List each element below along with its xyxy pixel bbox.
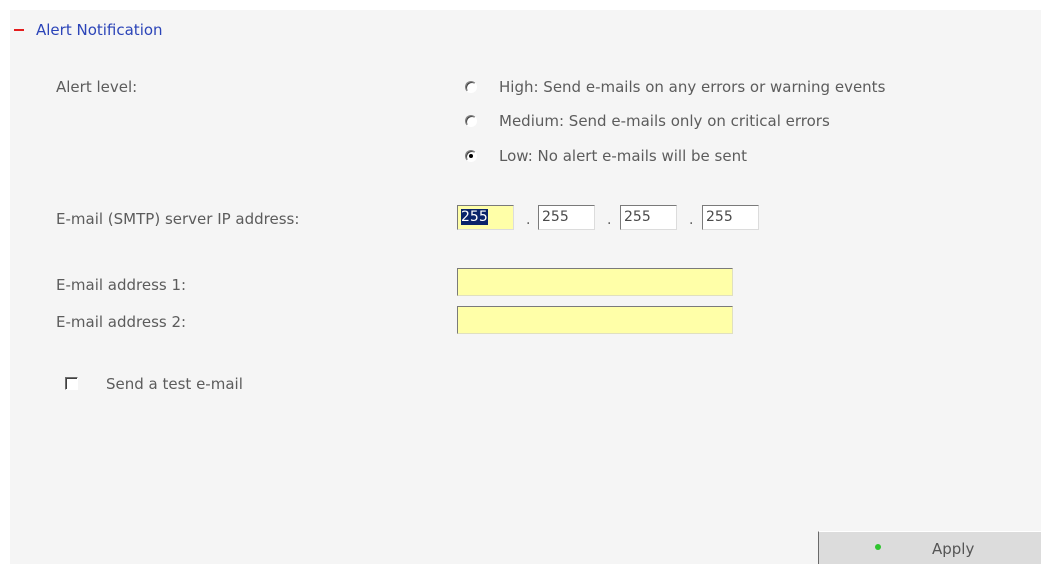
radio-medium[interactable] [465,115,477,127]
radio-option-low[interactable]: Low: No alert e-mails will be sent [465,147,747,165]
section-header-alert-notification[interactable]: Alert Notification [14,21,163,39]
email-address-1-label: E-mail address 1: [56,276,187,294]
smtp-ip-octet-4[interactable]: 255 [702,205,759,230]
email-address-2-input[interactable] [457,306,733,334]
smtp-ip-octet-1[interactable]: 255 [457,205,514,230]
smtp-ip-octet-1-value: 255 [461,209,488,225]
radio-option-high[interactable]: High: Send e-mails on any errors or warn… [465,78,885,96]
email-address-1-input[interactable] [457,268,733,296]
smtp-ip-octet-4-value: 255 [706,209,733,225]
radio-low[interactable] [465,150,477,162]
email-address-2-label: E-mail address 2: [56,313,187,331]
radio-low-label[interactable]: Low: No alert e-mails will be sent [499,147,747,165]
apply-button-label[interactable]: Apply [932,540,974,558]
smtp-ip-octet-2-value: 255 [542,209,569,225]
alert-level-label: Alert level: [56,78,138,96]
section-title[interactable]: Alert Notification [36,21,163,39]
radio-medium-label[interactable]: Medium: Send e-mails only on critical er… [499,112,830,130]
smtp-ip-octet-2[interactable]: 255 [538,205,595,230]
send-test-email-checkbox[interactable] [65,377,78,390]
collapse-minus-icon[interactable] [14,29,24,31]
send-test-email-label[interactable]: Send a test e-mail [106,375,243,393]
radio-high-label[interactable]: High: Send e-mails on any errors or warn… [499,78,885,96]
smtp-ip-octet-3-value: 255 [624,209,651,225]
radio-option-medium[interactable]: Medium: Send e-mails only on critical er… [465,112,830,130]
ip-separator: . [526,212,531,228]
smtp-ip-octet-3[interactable]: 255 [620,205,677,230]
radio-high[interactable] [465,81,477,93]
apply-status-dot-icon [875,544,881,550]
ip-separator: . [689,212,694,228]
apply-button[interactable]: Apply [818,531,1041,564]
ip-separator: . [607,212,612,228]
smtp-server-label: E-mail (SMTP) server IP address: [56,210,300,228]
